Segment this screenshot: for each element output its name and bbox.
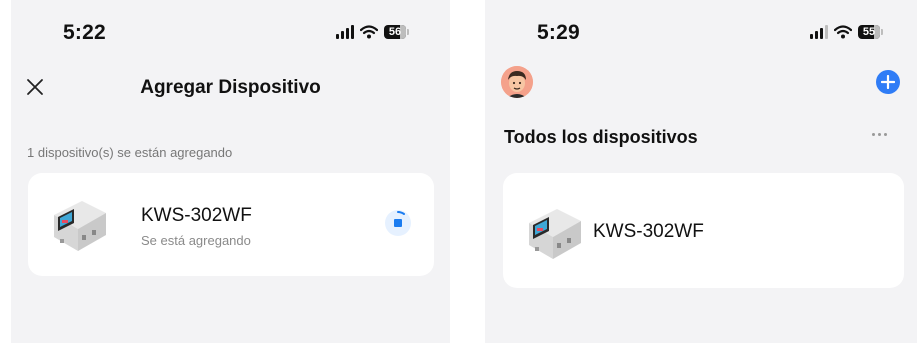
section-title: Todos los dispositivos (504, 127, 698, 147)
signal-icon (336, 25, 354, 39)
page-title: Agregar Dispositivo (140, 77, 321, 98)
device-name: KWS-302WF (141, 205, 252, 226)
home-screen: 5:29 55 Todos los dispositivos KWS-302WF (485, 0, 917, 343)
battery-level: 55 (862, 26, 876, 38)
device-name: KWS-302WF (593, 221, 704, 242)
status-icons: 55 (810, 22, 883, 42)
device-image (54, 201, 106, 251)
battery-icon: 55 (858, 25, 883, 39)
add-device-button[interactable] (876, 70, 900, 94)
wifi-icon (360, 25, 378, 39)
wifi-icon (834, 25, 852, 39)
battery-icon: 56 (384, 25, 409, 39)
adding-count-note: 1 dispositivo(s) se están agregando (27, 145, 233, 160)
signal-icon (810, 25, 828, 39)
avatar[interactable] (501, 66, 533, 98)
device-image (529, 209, 581, 259)
more-options-icon[interactable] (872, 133, 887, 136)
plus-icon (881, 75, 895, 89)
status-time: 5:29 (537, 21, 580, 44)
add-device-screen: 5:22 56 Agregar Dispositivo 1 dispositiv… (11, 0, 450, 343)
device-status: Se está agregando (141, 233, 251, 248)
loading-spinner-icon (385, 210, 411, 236)
adding-device-card[interactable]: KWS-302WF Se está agregando (28, 173, 434, 276)
battery-level: 56 (388, 26, 402, 38)
status-time: 5:22 (63, 21, 106, 44)
device-card[interactable]: KWS-302WF (503, 173, 904, 288)
status-icons: 56 (336, 22, 409, 42)
user-face-icon (501, 66, 533, 98)
